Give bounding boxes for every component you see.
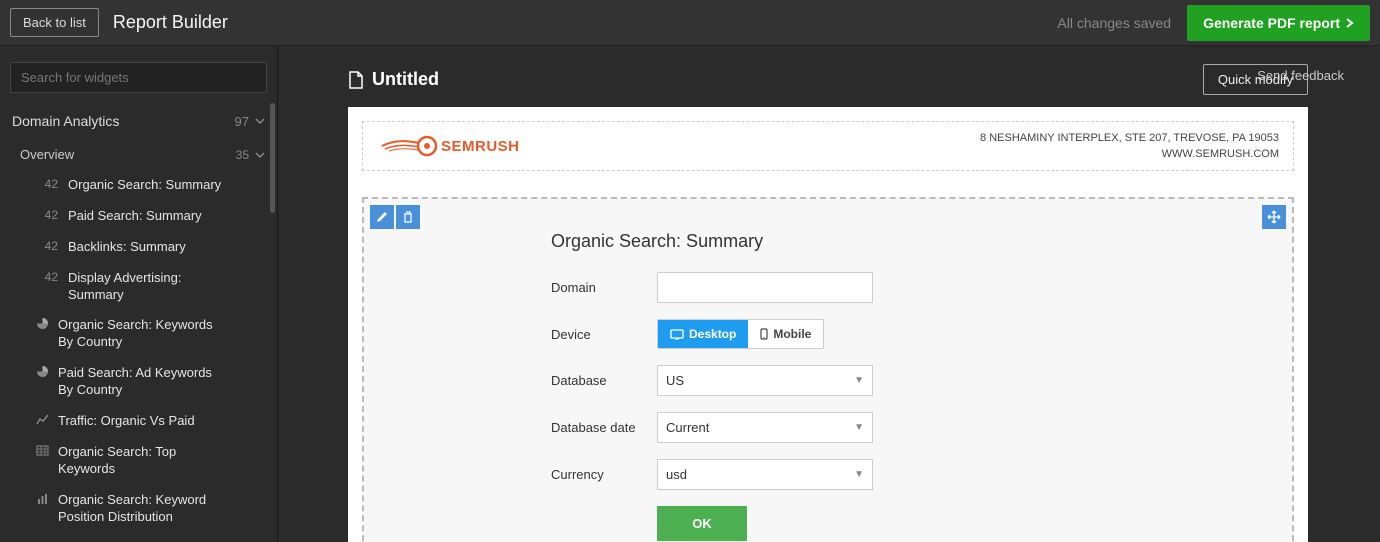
content-area: Send feedback Untitled Quick modify: [278, 46, 1380, 542]
pie-chart-icon: [36, 317, 50, 330]
widget-label: Organic Search: Summary: [68, 177, 221, 194]
widget-count: 42: [36, 239, 58, 253]
sidebar-widget-item[interactable]: 42 Organic Search: Summary: [0, 170, 277, 201]
sidebar-widget-item[interactable]: Traffic: Organic Vs Paid: [0, 406, 277, 437]
sidebar-widget-item[interactable]: Paid Search: Ad Keywords By Country: [0, 358, 277, 406]
database-date-label: Database date: [551, 420, 657, 435]
widget-form-title: Organic Search: Summary: [551, 231, 1051, 252]
device-mobile-toggle[interactable]: Mobile: [748, 320, 823, 348]
widget-label: Paid Search: Ad Keywords By Country: [58, 365, 223, 399]
sidebar-widget-item[interactable]: 42 Display Advertising: Summary: [0, 263, 277, 311]
move-widget-handle[interactable]: [1262, 205, 1286, 229]
edit-widget-button[interactable]: [370, 205, 394, 229]
caret-down-icon: ▼: [854, 375, 864, 386]
widget-label: Traffic: Organic Vs Paid: [58, 413, 195, 430]
company-url: WWW.SEMRUSH.COM: [980, 148, 1279, 160]
chevron-down-icon: [255, 118, 265, 124]
search-input[interactable]: [10, 62, 267, 93]
generate-pdf-button[interactable]: Generate PDF report: [1187, 5, 1370, 41]
sidebar-widget-item[interactable]: 42 Backlinks: Summary: [0, 232, 277, 263]
delete-widget-button[interactable]: [396, 205, 420, 229]
line-chart-icon: [36, 413, 50, 426]
domain-label: Domain: [551, 280, 657, 295]
currency-select[interactable]: usd ▼: [657, 459, 873, 490]
back-to-list-button[interactable]: Back to list: [10, 8, 99, 37]
chevron-right-icon: [1346, 18, 1354, 28]
domain-input[interactable]: [657, 272, 873, 303]
scrollbar-thumb[interactable]: [270, 103, 275, 213]
caret-down-icon: ▼: [854, 469, 864, 480]
report-page: SEMRUSH 8 NESHAMINY INTERPLEX, STE 207, …: [348, 107, 1308, 542]
caret-down-icon: ▼: [854, 422, 864, 433]
category-count: 97: [235, 114, 249, 129]
page-title: Report Builder: [113, 12, 228, 33]
database-value: US: [666, 373, 684, 388]
database-select[interactable]: US ▼: [657, 365, 873, 396]
sidebar-widget-item[interactable]: Organic Search: Top Keywords: [0, 437, 277, 485]
device-label: Device: [551, 327, 657, 342]
semrush-logo: SEMRUSH: [377, 133, 537, 159]
pie-chart-icon: [36, 365, 50, 378]
ok-button[interactable]: OK: [657, 506, 747, 541]
widget-label: Organic Search: Top Keywords: [58, 444, 223, 478]
desktop-icon: [670, 329, 684, 340]
mobile-toggle-label: Mobile: [773, 327, 811, 341]
sidebar-widget-item[interactable]: Organic Search: Keywords By Country: [0, 310, 277, 358]
chevron-down-icon: [255, 152, 265, 158]
widget-label: Organic Search: Keyword Position Distrib…: [58, 492, 223, 526]
save-status: All changes saved: [1057, 15, 1171, 31]
sidebar-category-domain-analytics[interactable]: Domain Analytics 97: [0, 103, 277, 139]
sidebar: Domain Analytics 97 Overview 35 42 Organi…: [0, 46, 278, 542]
subcategory-label: Overview: [20, 147, 74, 162]
generate-pdf-label: Generate PDF report: [1203, 15, 1340, 31]
mobile-icon: [760, 328, 768, 340]
sidebar-widget-item[interactable]: Organic Search: Keyword Position Distrib…: [0, 485, 277, 533]
sidebar-subcategory-overview[interactable]: Overview 35: [0, 139, 277, 170]
currency-label: Currency: [551, 467, 657, 482]
database-date-select[interactable]: Current ▼: [657, 412, 873, 443]
widget-label: Organic Search: Keywords By Country: [58, 317, 223, 351]
widget-label: Display Advertising: Summary: [68, 270, 233, 304]
bar-chart-icon: [36, 492, 50, 505]
letterhead: SEMRUSH 8 NESHAMINY INTERPLEX, STE 207, …: [362, 121, 1294, 171]
widget-count: 42: [36, 177, 58, 191]
subcategory-count: 35: [236, 148, 249, 162]
svg-text:SEMRUSH: SEMRUSH: [441, 138, 520, 155]
category-label: Domain Analytics: [12, 113, 119, 129]
send-feedback-link[interactable]: Send feedback: [1257, 68, 1344, 83]
topbar: Back to list Report Builder All changes …: [0, 0, 1380, 46]
widget-config-box: Organic Search: Summary Domain Device: [362, 197, 1294, 542]
database-label: Database: [551, 373, 657, 388]
document-title: Untitled: [372, 69, 439, 90]
desktop-toggle-label: Desktop: [689, 327, 736, 341]
widget-label: Backlinks: Summary: [68, 239, 186, 256]
company-address: 8 NESHAMINY INTERPLEX, STE 207, TREVOSE,…: [980, 132, 1279, 144]
device-desktop-toggle[interactable]: Desktop: [658, 320, 748, 348]
table-chart-icon: [36, 444, 50, 457]
widget-label: Paid Search: Summary: [68, 208, 202, 225]
database-date-value: Current: [666, 420, 709, 435]
currency-value: usd: [666, 467, 687, 482]
widget-count: 42: [36, 270, 58, 284]
document-icon: [348, 71, 364, 89]
sidebar-widget-item[interactable]: 42 Paid Search: Summary: [0, 201, 277, 232]
widget-count: 42: [36, 208, 58, 222]
